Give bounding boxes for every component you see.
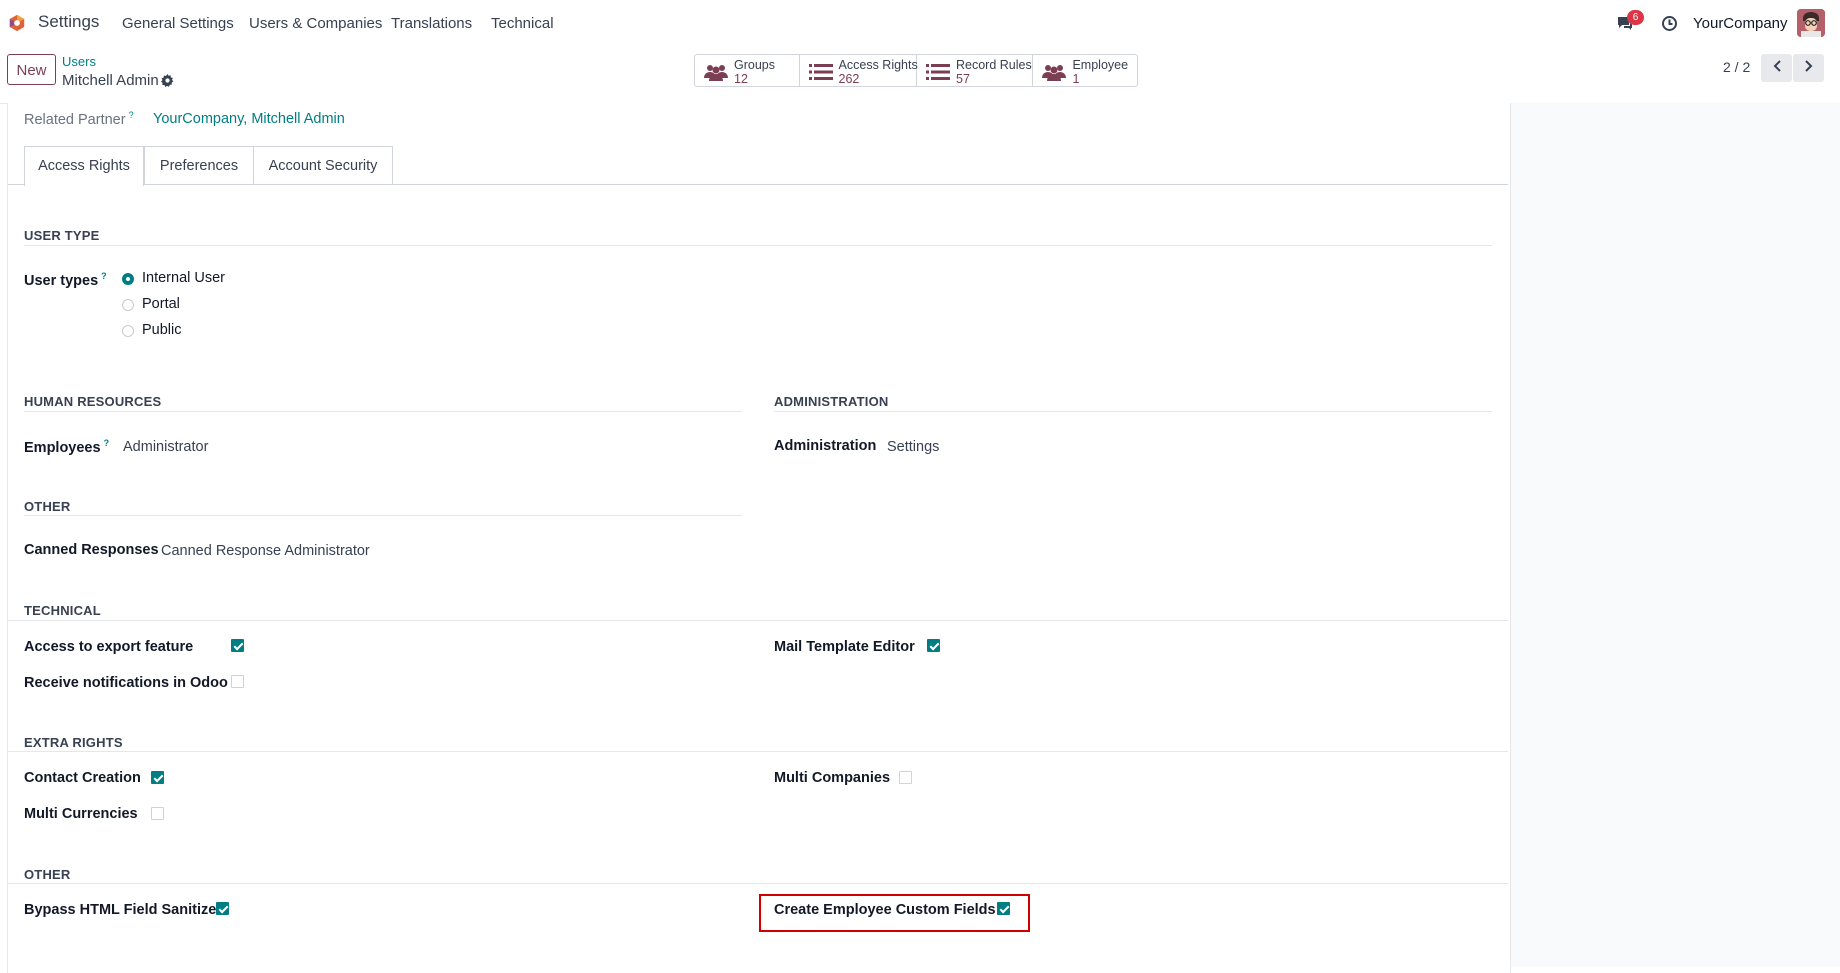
pager-previous-button[interactable] [1761,54,1792,82]
section-title-technical: TECHNICAL [24,603,101,618]
breadcrumb-users[interactable]: Users [62,54,96,69]
company-switcher[interactable]: YourCompany [1693,15,1788,32]
tab-preferences[interactable]: Preferences [144,146,254,185]
menu-translations[interactable]: Translations [391,15,472,32]
administration-label: Administration [774,438,877,454]
related-partner-label-text: Related Partner [24,111,126,128]
radio-portal[interactable] [122,299,134,311]
stat-label: Groups [734,58,775,72]
pager-value[interactable]: 2 / 2 [1723,59,1750,75]
record-name: Mitchell Admin [62,72,159,89]
users-icon [1042,65,1067,81]
access-export-checkbox[interactable] [231,639,244,652]
section-divider [24,515,742,516]
access-export-label: Access to export feature [24,639,194,655]
section-title-other: OTHER [24,499,71,514]
highlight-annotation-box [759,894,1030,932]
radio-internal-user[interactable] [122,273,134,285]
multi-companies-checkbox[interactable] [899,771,912,784]
stat-value: 57 [956,72,970,86]
contact-creation-label: Contact Creation [24,770,141,786]
receive-notifications-label: Receive notifications in Odoo [24,675,228,691]
multi-companies-label: Multi Companies [774,770,891,786]
record-rules-stat-button[interactable]: Record Rules 57 [917,55,1034,86]
message-count-badge: 6 [1627,10,1644,25]
employees-select[interactable]: Administrator [123,439,208,455]
section-divider [24,245,1492,246]
contact-creation-checkbox[interactable] [151,771,164,784]
employee-stat-button[interactable]: Employee 1 [1033,55,1137,86]
stat-value: 262 [838,72,860,86]
section-divider [8,620,1508,621]
employees-label-text: Employees [24,439,101,456]
users-icon [704,65,728,81]
pager-next-button[interactable] [1793,54,1824,82]
record-name-text: Mitchell Admin [62,72,159,89]
user-types-label-text: User types [24,272,99,289]
related-partner-link[interactable]: YourCompany, Mitchell Admin [153,111,345,127]
chevron-left-icon [1773,60,1781,72]
app-name[interactable]: Settings [38,12,99,32]
user-avatar[interactable] [1797,9,1825,37]
canned-responses-label: Canned Responses [24,542,159,558]
chevron-right-icon [1804,60,1812,72]
tab-access-rights[interactable]: Access Rights [24,146,144,186]
stat-value: 12 [734,72,748,86]
employees-label: Employees? [24,438,109,456]
access-rights-stat-button[interactable]: Access Rights 262 [800,55,918,86]
section-divider [8,883,1508,884]
stat-value: 1 [1072,72,1080,86]
menu-users-companies[interactable]: Users & Companies [249,15,382,32]
help-tooltip-icon[interactable]: ? [129,110,134,120]
top-navbar: Settings General Settings Users & Compan… [0,0,1840,47]
section-title-extra-rights: EXTRA RIGHTS [24,735,123,750]
groups-stat-button[interactable]: Groups 12 [695,55,800,86]
receive-notifications-checkbox[interactable] [231,675,244,688]
chatter-area [1509,103,1840,967]
menu-general-settings[interactable]: General Settings [122,15,234,32]
multi-currencies-checkbox[interactable] [151,807,164,820]
user-types-label: User types? [24,271,107,289]
activity-clock-icon[interactable] [1661,15,1678,32]
section-title-user-type: USER TYPE [24,228,100,243]
section-divider [24,411,742,412]
radio-label-internal-user[interactable]: Internal User [142,270,225,286]
section-divider [774,411,1492,412]
radio-public[interactable] [122,325,134,337]
section-title-other-2: OTHER [24,867,71,882]
bypass-html-sanitize-label: Bypass HTML Field Sanitize [24,902,217,918]
stat-label: Employee [1072,58,1129,72]
form-sheet [7,103,1511,973]
canned-responses-select[interactable]: Canned Response Administrator [161,543,370,559]
help-tooltip-icon[interactable]: ? [101,271,107,281]
list-icon [808,64,833,80]
list-icon [926,64,950,80]
tab-account-security[interactable]: Account Security [253,146,393,185]
odoo-logo-icon[interactable] [8,14,26,32]
multi-currencies-label: Multi Currencies [24,806,138,822]
radio-label-public[interactable]: Public [142,322,182,338]
new-button[interactable]: New [7,54,56,85]
smart-buttons: Groups 12 Access Rights 262 Record Rules… [694,54,1138,87]
radio-label-portal[interactable]: Portal [142,296,180,312]
administration-select[interactable]: Settings [887,439,939,455]
gear-icon[interactable] [161,74,174,87]
mail-template-editor-checkbox[interactable] [927,639,940,652]
stat-label: Access Rights [838,58,918,72]
stat-label: Record Rules [956,58,1032,72]
section-title-administration: ADMINISTRATION [774,394,889,409]
section-title-human-resources: HUMAN RESOURCES [24,394,162,409]
help-tooltip-icon[interactable]: ? [104,438,110,448]
section-divider [8,751,1508,752]
menu-technical[interactable]: Technical [491,15,554,32]
mail-template-editor-label: Mail Template Editor [774,639,915,655]
bypass-html-sanitize-checkbox[interactable] [216,902,229,915]
related-partner-label: Related Partner? [24,110,134,128]
